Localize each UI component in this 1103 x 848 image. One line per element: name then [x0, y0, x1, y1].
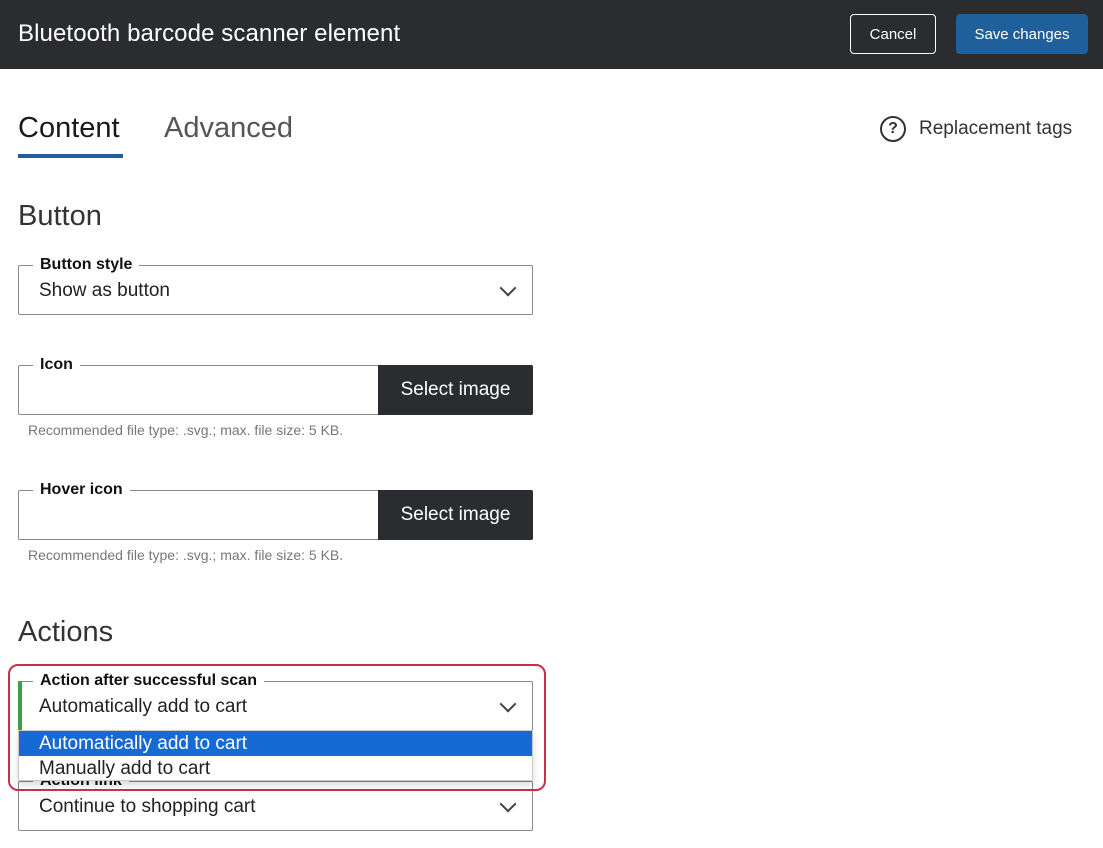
tab-content[interactable]: Content	[18, 112, 120, 145]
save-changes-button[interactable]: Save changes	[956, 14, 1088, 54]
actions-section-heading: Actions	[18, 616, 114, 648]
hover-icon-label: Hover icon	[33, 481, 130, 499]
chevron-down-icon	[482, 266, 532, 314]
button-style-label: Button style	[33, 256, 140, 274]
button-style-select[interactable]: Button style Show as button	[18, 256, 533, 315]
button-section-heading: Button	[18, 200, 102, 232]
hover-icon-field[interactable]: Hover icon Select image	[18, 481, 533, 540]
active-tab-indicator	[18, 154, 123, 158]
hover-icon-select-image-button[interactable]: Select image	[378, 490, 533, 540]
hover-icon-hint: Recommended file type: .svg.; max. file …	[28, 547, 344, 563]
button-style-value: Show as button	[39, 280, 170, 301]
tab-advanced[interactable]: Advanced	[164, 112, 293, 145]
action-link-value: Continue to shopping cart	[39, 796, 256, 817]
replacement-tags-label: Replacement tags	[919, 118, 1073, 139]
question-circle-icon: ?	[880, 116, 906, 142]
page-title: Bluetooth barcode scanner element	[18, 20, 401, 47]
highlight-frame	[8, 664, 546, 791]
icon-select-image-button[interactable]: Select image	[378, 365, 533, 415]
icon-field[interactable]: Icon Select image	[18, 356, 533, 415]
top-bar: Bluetooth barcode scanner element Cancel…	[0, 0, 1103, 69]
icon-hint: Recommended file type: .svg.; max. file …	[28, 422, 344, 438]
icon-label: Icon	[33, 356, 80, 374]
replacement-tags-link[interactable]: ? Replacement tags	[880, 116, 1072, 142]
cancel-button[interactable]: Cancel	[850, 14, 936, 54]
